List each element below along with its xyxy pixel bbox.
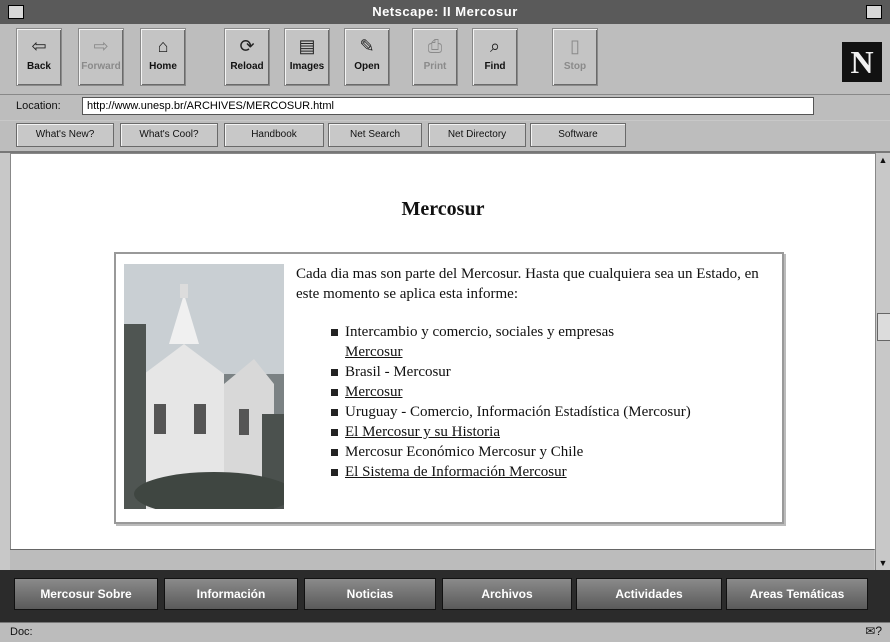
stop-button[interactable]: ▯ Stop [552,28,598,86]
status-bar: Doc: ✉? [0,622,890,642]
site-nav-bar: Mercosur Sobre Información Noticias Arch… [0,570,890,622]
directory-buttons-bar: What's New? What's Cool? Handbook Net Se… [0,121,890,153]
list-item: El Sistema de Información Mercosur [331,462,771,482]
location-bar: Location: [0,95,890,120]
net-search-button[interactable]: Net Search [328,123,422,147]
scroll-down-icon[interactable]: ▼ [876,556,890,570]
print-icon: ⎙ [427,36,443,56]
find-icon: ⌕ [489,36,501,56]
whats-cool-button[interactable]: What's Cool? [120,123,218,147]
page-content: Mercosur Cada dia mas son parte del Merc… [10,153,876,550]
images-icon: ▤ [298,36,316,56]
status-text: Doc: [10,626,33,638]
open-icon: ✎ [359,36,375,56]
net-directory-button[interactable]: Net Directory [428,123,526,147]
list-item: Mercosur Económico Mercosur y Chile [331,442,771,462]
list-item: Intercambio y comercio, sociales y empre… [331,322,771,362]
nav-button[interactable]: Mercosur Sobre [14,578,158,610]
window-maximize-box[interactable] [866,5,882,19]
back-button[interactable]: ⇦ Back [16,28,62,86]
list-item: Uruguay - Comercio, Información Estadíst… [331,402,771,422]
handbook-button[interactable]: Handbook [224,123,324,147]
location-input[interactable] [82,97,814,115]
item-link[interactable]: Mercosur [345,384,402,400]
item-link[interactable]: El Sistema de Información Mercosur [345,464,567,480]
netscape-logo[interactable]: N [842,42,882,82]
nav-button[interactable]: Actividades [576,578,722,610]
mail-icon[interactable]: ✉? [865,624,882,638]
find-button[interactable]: ⌕ Find [472,28,518,86]
item-link[interactable]: Mercosur [345,342,771,362]
print-button[interactable]: ⎙ Print [412,28,458,86]
mercosur-link-list: Intercambio y comercio, sociales y empre… [331,322,771,482]
window-titlebar: Netscape: II Mercosur [0,0,890,25]
whats-new-button[interactable]: What's New? [16,123,114,147]
forward-button[interactable]: ⇨ Forward [78,28,124,86]
images-button[interactable]: ▤ Images [284,28,330,86]
vertical-scrollbar[interactable]: ▲ ▼ [875,153,890,570]
open-button[interactable]: ✎ Open [344,28,390,86]
horizontal-scrollbar[interactable] [10,549,874,571]
intro-paragraph: Cada dia mas son parte del Mercosur. Has… [296,266,759,302]
content-panel: Cada dia mas son parte del Mercosur. Has… [114,252,784,524]
scroll-thumb[interactable] [877,313,890,341]
nav-button[interactable]: Información [164,578,298,610]
software-button[interactable]: Software [530,123,626,147]
stop-icon: ▯ [570,36,580,56]
page-title: Mercosur [401,198,485,220]
back-arrow-icon: ⇦ [31,36,47,56]
window-title: Netscape: II Mercosur [372,4,518,19]
home-button[interactable]: ⌂ Home [140,28,186,86]
nav-button[interactable]: Areas Temáticas [726,578,868,610]
navigation-toolbar: ⇦ Back ⇨ Forward ⌂ Home ⟳ Reload ▤ Image… [0,24,890,95]
scroll-up-icon[interactable]: ▲ [876,153,890,167]
list-item: Mercosur [331,382,771,402]
location-label: Location: [16,100,61,112]
item-link[interactable]: El Mercosur y su Historia [345,424,500,440]
cathedral-photo [124,264,284,509]
nav-button[interactable]: Noticias [304,578,436,610]
cathedral-image [124,264,284,509]
list-item: El Mercosur y su Historia [331,422,771,442]
reload-button[interactable]: ⟳ Reload [224,28,270,86]
nav-button[interactable]: Archivos [442,578,572,610]
home-icon: ⌂ [157,36,169,56]
list-item: Brasil - Mercosur [331,362,771,382]
forward-arrow-icon: ⇨ [93,36,109,56]
reload-icon: ⟳ [239,36,255,56]
